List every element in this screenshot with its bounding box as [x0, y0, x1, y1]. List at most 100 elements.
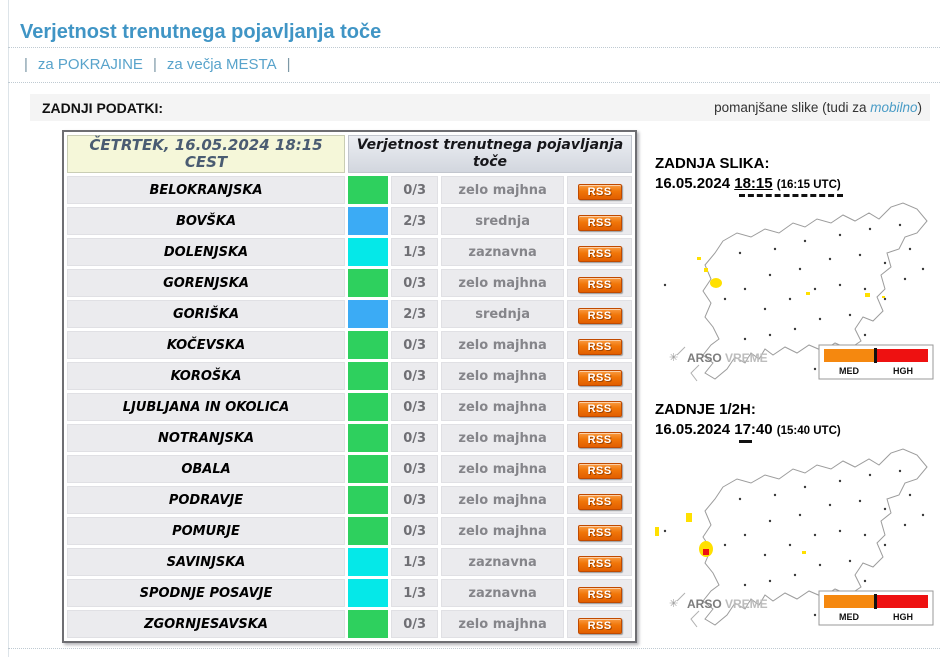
nav-separator: |: [24, 56, 28, 73]
halfhour-time: 17:40: [734, 421, 773, 438]
probability-level: zelo majhna: [440, 176, 565, 204]
hail-probability-table: ČETRTEK, 16.05.2024 18:15 CEST Verjetnos…: [62, 130, 637, 643]
region-name: BOVŠKA: [67, 207, 345, 235]
rss-button[interactable]: RSS: [577, 184, 622, 200]
probability-ratio: 0/3: [391, 486, 438, 514]
nav-link-cities[interactable]: za večja MESTA: [167, 56, 277, 73]
table-row: GORENJSKA 0/3 zelo majhna RSS: [67, 269, 632, 297]
probability-level: zelo majhna: [440, 331, 565, 359]
snowflake-icon: ✳: [669, 352, 678, 364]
probability-level: srednja: [440, 207, 565, 235]
latest-date: 16.05.2024: [655, 175, 731, 192]
table-row: SAVINJSKA 1/3 zaznavna RSS: [67, 548, 632, 576]
rss-button[interactable]: RSS: [577, 432, 622, 448]
rss-button[interactable]: RSS: [577, 215, 622, 231]
snowflake-icon: ✳: [669, 598, 678, 610]
latest-image-timestamp: 16.05.2024 18:15 (16:15 UTC): [655, 175, 937, 192]
legend-hgh-label: HGH: [893, 612, 913, 622]
latest-utc: (16:15 UTC): [776, 179, 841, 191]
probability-ratio: 0/3: [391, 331, 438, 359]
nav-separator: |: [152, 56, 157, 73]
header-datetime-line1: ČETRTEK, 16.05.2024 18:15: [89, 135, 323, 154]
halfhour-heading: ZADNJE 1/2H:: [655, 401, 756, 418]
region-name: ZGORNJESAVSKA: [67, 610, 345, 638]
watermark-arso: ARSO: [687, 597, 722, 611]
probability-level: zaznavna: [440, 238, 565, 266]
probability-level: zaznavna: [440, 579, 565, 607]
region-name: SAVINJSKA: [67, 548, 345, 576]
slovenia-map-latest[interactable]: ✳ ARSO VREME MED HGH: [655, 197, 937, 385]
probability-ratio: 0/3: [391, 269, 438, 297]
last-data-label: ZADNJI PODATKI:: [42, 99, 164, 116]
hail-signal-spots: [655, 513, 806, 557]
last-data-strip: ZADNJI PODATKI: pomanjšane slike (tudi z…: [30, 94, 930, 121]
probability-ratio: 0/3: [391, 610, 438, 638]
probability-color-swatch: [348, 548, 389, 576]
sub-navigation: | za POKRAJINE | za večja MESTA |: [14, 56, 301, 73]
region-name: POMURJE: [67, 517, 345, 545]
rss-button[interactable]: RSS: [577, 339, 622, 355]
table-header-title: Verjetnost trenutnega pojavljanja toče: [348, 135, 632, 173]
rss-button[interactable]: RSS: [577, 370, 622, 386]
halfhour-timestamp: 16.05.2024 17:40 (15:40 UTC): [655, 421, 937, 438]
rss-button[interactable]: RSS: [577, 618, 622, 634]
probability-level: zaznavna: [440, 548, 565, 576]
latest-time: 18:15: [734, 175, 773, 192]
rss-button[interactable]: RSS: [577, 525, 622, 541]
hail-table-body: BELOKRANJSKA 0/3 zelo majhna RSS BOVŠKA …: [67, 176, 632, 638]
mobile-link[interactable]: mobilno: [870, 100, 917, 115]
region-name: LJUBLJANA IN OKOLICA: [67, 393, 345, 421]
region-name: SPODNJE POSAVJE: [67, 579, 345, 607]
slovenia-map-halfhour[interactable]: ✳ ARSO VREME MED HGH: [655, 443, 937, 631]
rss-button[interactable]: RSS: [577, 246, 622, 262]
probability-color-swatch: [348, 207, 389, 235]
region-name: DOLENJSKA: [67, 238, 345, 266]
intensity-legend: MED HGH: [818, 590, 934, 626]
probability-ratio: 1/3: [391, 548, 438, 576]
table-row: PODRAVJE 0/3 zelo majhna RSS: [67, 486, 632, 514]
nav-link-regions[interactable]: za POKRAJINE: [38, 56, 143, 73]
region-name: GORIŠKA: [67, 300, 345, 328]
table-row: OBALA 0/3 zelo majhna RSS: [67, 455, 632, 483]
rss-button[interactable]: RSS: [577, 308, 622, 324]
probability-level: zelo majhna: [440, 393, 565, 421]
latest-image-heading: ZADNJA SLIKA:: [655, 155, 770, 172]
region-name: PODRAVJE: [67, 486, 345, 514]
probability-ratio: 0/3: [391, 362, 438, 390]
probability-color-swatch: [348, 517, 389, 545]
table-row: POMURJE 0/3 zelo majhna RSS: [67, 517, 632, 545]
probability-ratio: 2/3: [391, 300, 438, 328]
thumbnails-note-text: pomanjšane slike (tudi za: [714, 100, 871, 115]
rss-button[interactable]: RSS: [577, 463, 622, 479]
region-name: BELOKRANJSKA: [67, 176, 345, 204]
rss-button[interactable]: RSS: [577, 587, 622, 603]
probability-color-swatch: [348, 362, 389, 390]
divider-top: [8, 47, 940, 48]
halfhour-utc: (15:40 UTC): [776, 425, 841, 437]
region-name: KOROŠKA: [67, 362, 345, 390]
nav-separator: |: [286, 56, 291, 73]
probability-ratio: 0/3: [391, 176, 438, 204]
table-row: SPODNJE POSAVJE 1/3 zaznavna RSS: [67, 579, 632, 607]
probability-color-swatch: [348, 424, 389, 452]
page-title: Verjetnost trenutnega pojavljanja toče: [20, 21, 382, 44]
probability-ratio: 1/3: [391, 238, 438, 266]
intensity-legend: MED HGH: [818, 344, 934, 380]
thumbnails-note-suffix: ): [917, 100, 923, 115]
table-row: GORIŠKA 2/3 srednja RSS: [67, 300, 632, 328]
probability-level: zelo majhna: [440, 424, 565, 452]
table-row: NOTRANJSKA 0/3 zelo majhna RSS: [67, 424, 632, 452]
divider-bottom: [8, 648, 940, 649]
rss-button[interactable]: RSS: [577, 494, 622, 510]
thumbnails-note: pomanjšane slike (tudi za mobilno): [714, 100, 930, 115]
hail-signal-spots: [697, 257, 885, 298]
rss-button[interactable]: RSS: [577, 556, 622, 572]
legend-med-bar: [824, 595, 874, 608]
rss-button[interactable]: RSS: [577, 277, 622, 293]
rss-button[interactable]: RSS: [577, 401, 622, 417]
probability-ratio: 2/3: [391, 207, 438, 235]
probability-color-swatch: [348, 579, 389, 607]
table-row: DOLENJSKA 1/3 zaznavna RSS: [67, 238, 632, 266]
table-header-row: ČETRTEK, 16.05.2024 18:15 CEST Verjetnos…: [67, 135, 632, 173]
table-row: ZGORNJESAVSKA 0/3 zelo majhna RSS: [67, 610, 632, 638]
